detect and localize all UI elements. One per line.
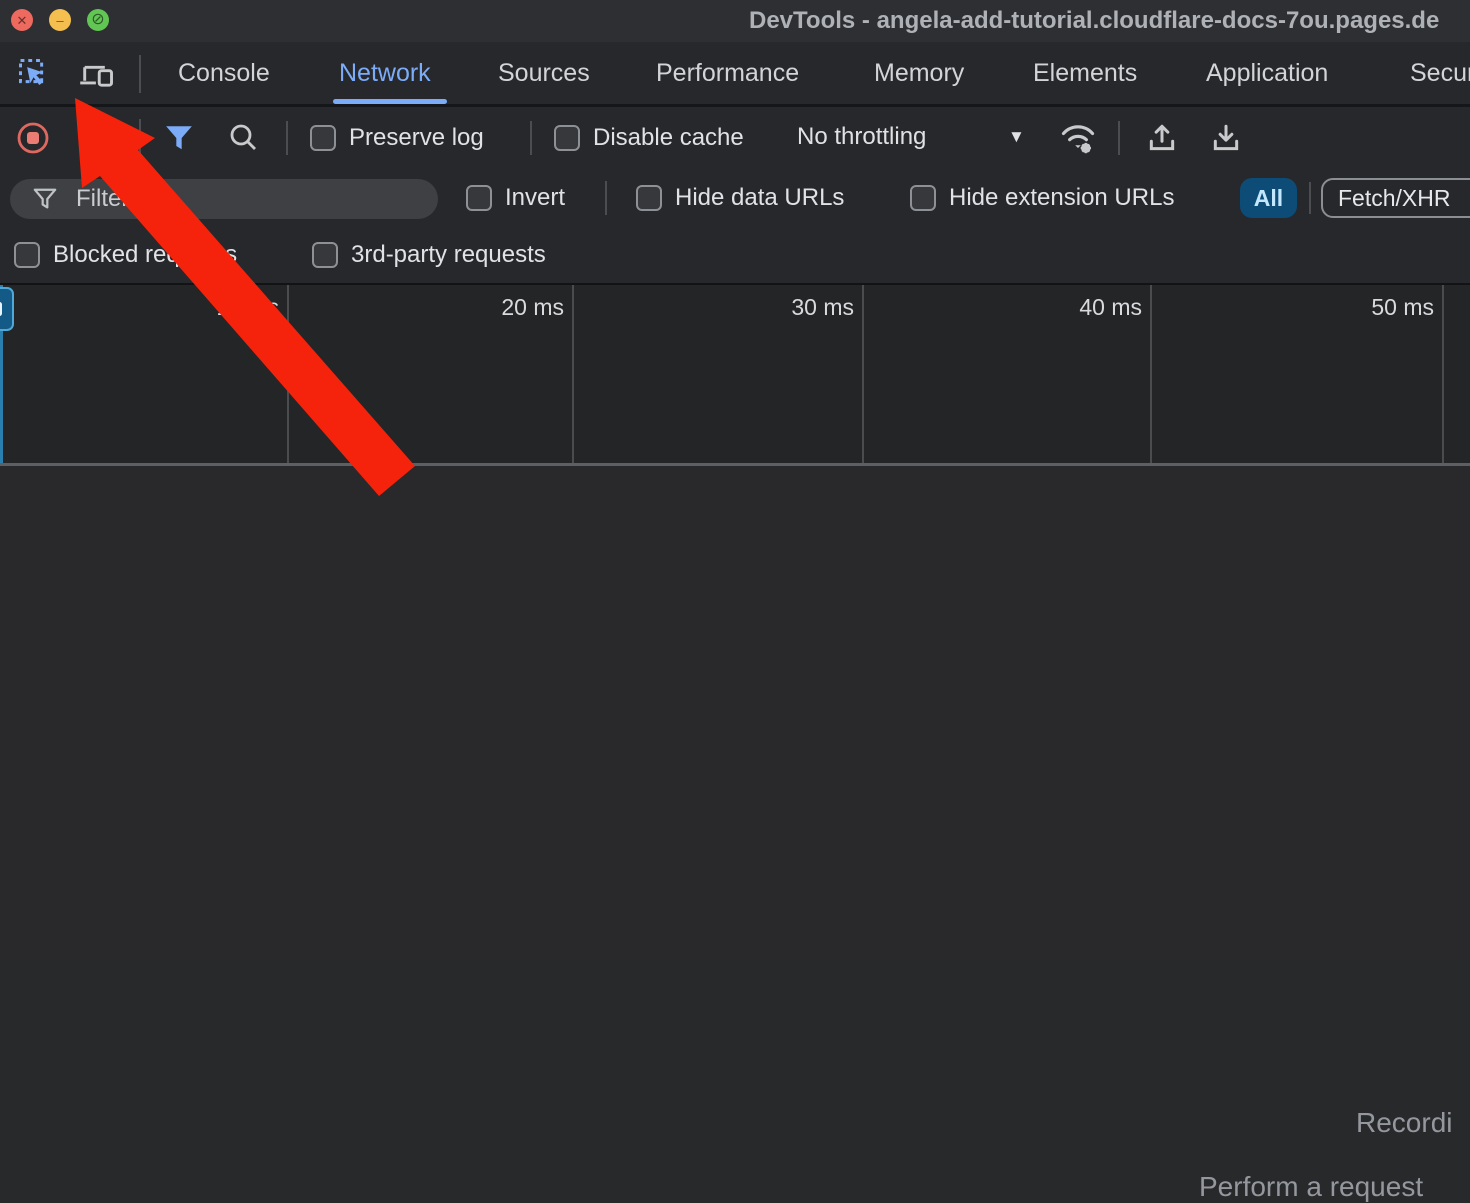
- timeline-tick: 50 ms: [1330, 294, 1434, 320]
- blocked-requests-checkbox[interactable]: Blocked requests: [14, 233, 237, 277]
- device-toolbar-icon: [78, 58, 116, 90]
- checkbox-box: [14, 242, 40, 268]
- network-options-bar: Blocked requests 3rd-party requests: [0, 226, 1470, 285]
- tab-performance[interactable]: Performance: [656, 42, 799, 104]
- tab-application[interactable]: Application: [1206, 42, 1328, 104]
- timeline-tick: 20 ms: [460, 294, 564, 320]
- filter-chip-fetch-xhr[interactable]: Fetch/XHR: [1321, 178, 1470, 218]
- devtools-tabbar: Console Network Sources Performance Memo…: [0, 42, 1470, 107]
- filterbar-separator: [605, 181, 607, 215]
- tabbar-separator: [139, 55, 141, 93]
- minimize-window-button[interactable]: –: [49, 9, 71, 31]
- zoom-window-button[interactable]: ⊘: [87, 9, 109, 31]
- checkbox-label: Blocked requests: [53, 241, 237, 269]
- checkbox-label: 3rd-party requests: [351, 241, 546, 269]
- throttling-value: No throttling: [797, 123, 926, 151]
- network-overview-timeline: 10 ms 20 ms 30 ms 40 ms 50 ms: [0, 285, 1470, 466]
- timeline-gridline: [1150, 285, 1152, 463]
- network-toolbar: Preserve log Disable cache No throttling…: [0, 107, 1470, 169]
- checkbox-box: [636, 185, 662, 211]
- empty-state-hint-text: Perform a request: [1199, 1171, 1423, 1203]
- checkbox-label: Disable cache: [593, 124, 744, 152]
- timeline-gridline: [1442, 285, 1444, 463]
- throttling-dropdown[interactable]: No throttling ▼: [797, 116, 1043, 160]
- checkbox-box: [554, 125, 580, 151]
- tab-console[interactable]: Console: [178, 42, 270, 104]
- toolbar-separator: [1118, 121, 1120, 155]
- checkbox-box: [312, 242, 338, 268]
- tab-security[interactable]: Security: [1410, 42, 1470, 104]
- inspect-cursor-icon: [18, 58, 50, 90]
- active-tab-indicator: [333, 99, 447, 104]
- inspect-element-button[interactable]: [14, 55, 54, 93]
- filter-input[interactable]: [74, 184, 408, 214]
- timeline-gridline: [862, 285, 864, 463]
- checkbox-label: Hide data URLs: [675, 184, 844, 212]
- timeline-gridline: [572, 285, 574, 463]
- record-stop-button[interactable]: [16, 121, 50, 155]
- wifi-gear-icon: [1059, 120, 1097, 156]
- toolbar-separator: [286, 121, 288, 155]
- window-title: DevTools - angela-add-tutorial.cloudflar…: [749, 0, 1439, 42]
- tab-memory[interactable]: Memory: [874, 42, 964, 104]
- network-request-list-empty: Recordi Perform a request: [0, 466, 1470, 960]
- minimize-icon: –: [56, 14, 63, 27]
- filter-toggle-button[interactable]: [162, 122, 196, 154]
- invert-checkbox[interactable]: Invert: [466, 176, 565, 220]
- record-stop-icon: [16, 121, 50, 155]
- filter-chip-all[interactable]: All: [1240, 178, 1297, 218]
- import-har-button[interactable]: [1144, 120, 1180, 156]
- checkbox-box: [466, 185, 492, 211]
- upload-tray-icon: [1146, 122, 1178, 154]
- clear-circle-slash-icon: [81, 123, 111, 153]
- checkbox-label: Hide extension URLs: [949, 184, 1174, 212]
- tab-network[interactable]: Network: [339, 42, 431, 104]
- timeline-tick: 40 ms: [1038, 294, 1142, 320]
- timeline-tick: 30 ms: [750, 294, 854, 320]
- network-conditions-button[interactable]: [1058, 119, 1098, 157]
- overview-drag-handle[interactable]: [0, 287, 14, 331]
- empty-state-recording-text: Recordi: [1356, 1107, 1452, 1139]
- checkbox-label: Preserve log: [349, 124, 484, 152]
- close-window-button[interactable]: ✕: [11, 9, 33, 31]
- toolbar-separator: [530, 121, 532, 155]
- tab-elements[interactable]: Elements: [1033, 42, 1137, 104]
- drag-handle-grip: [0, 302, 2, 316]
- checkbox-box: [910, 185, 936, 211]
- toggle-device-toolbar-button[interactable]: [74, 55, 120, 93]
- network-filter-bar: Invert Hide data URLs Hide extension URL…: [0, 169, 1470, 226]
- disable-cache-checkbox[interactable]: Disable cache: [554, 116, 744, 160]
- close-icon: ✕: [17, 14, 28, 27]
- hide-extension-urls-checkbox[interactable]: Hide extension URLs: [910, 176, 1174, 220]
- funnel-icon: [164, 124, 194, 152]
- zoom-icon: ⊘: [91, 12, 104, 28]
- preserve-log-checkbox[interactable]: Preserve log: [310, 116, 484, 160]
- titlebar: ✕ – ⊘ DevTools - angela-add-tutorial.clo…: [0, 0, 1470, 42]
- timeline-tick: 10 ms: [175, 294, 279, 320]
- filter-input-pill[interactable]: [10, 179, 438, 219]
- funnel-outline-icon: [32, 186, 58, 212]
- clear-network-log-button[interactable]: [80, 122, 112, 154]
- chevron-down-icon: ▼: [1008, 127, 1025, 147]
- search-button[interactable]: [226, 121, 260, 155]
- tab-sources[interactable]: Sources: [498, 42, 590, 104]
- toolbar-separator: [139, 119, 141, 157]
- timeline-gridline: [287, 285, 289, 463]
- download-tray-icon: [1210, 122, 1242, 154]
- checkbox-box: [310, 125, 336, 151]
- hide-data-urls-checkbox[interactable]: Hide data URLs: [636, 176, 844, 220]
- search-icon: [227, 122, 259, 154]
- third-party-requests-checkbox[interactable]: 3rd-party requests: [312, 233, 546, 277]
- checkbox-label: Invert: [505, 184, 565, 212]
- filterbar-separator: [1309, 182, 1311, 214]
- export-har-button[interactable]: [1208, 120, 1244, 156]
